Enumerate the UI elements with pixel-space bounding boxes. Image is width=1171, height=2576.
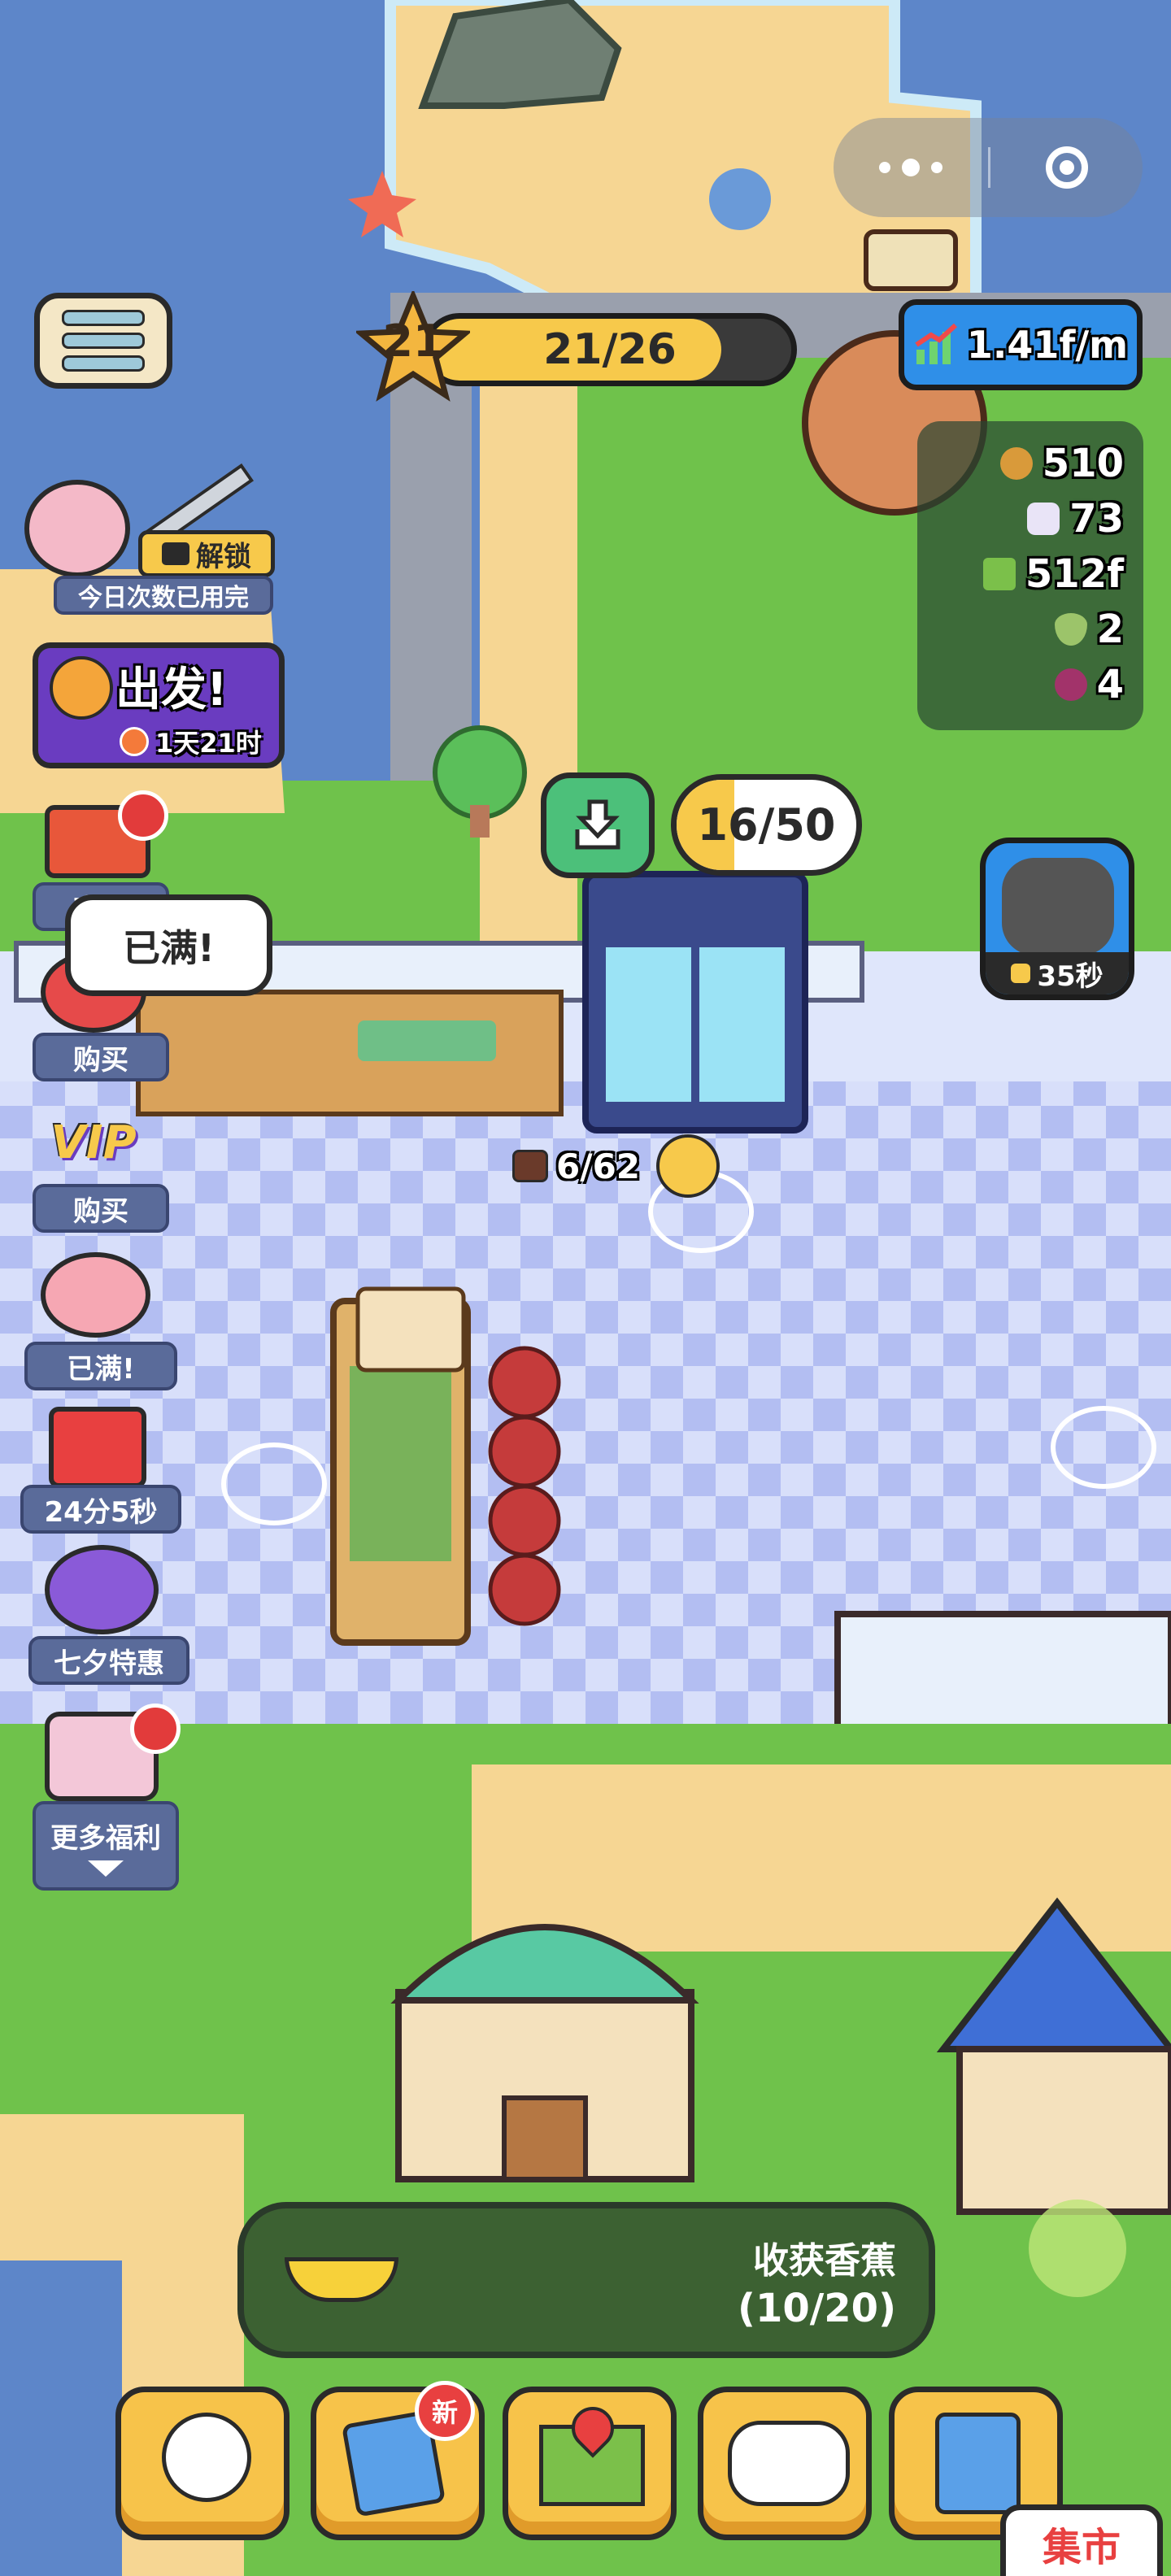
gem-icon [1027, 503, 1060, 535]
unlock-button[interactable]: 解锁 [138, 530, 275, 577]
collect-button[interactable] [541, 772, 655, 878]
helper-timer-bar: 35秒 [986, 952, 1129, 994]
chart-up-icon [915, 323, 957, 364]
depart-label: 出发! [115, 664, 228, 716]
quest-title: 收获香蕉 [753, 2240, 896, 2282]
qixi-label[interactable]: 七夕特惠 [28, 1636, 189, 1685]
storage-capacity[interactable]: 16/50 [671, 774, 862, 876]
shop-notification-dot [118, 790, 168, 841]
piggy-full-label[interactable]: 已满! [24, 1342, 177, 1390]
bag-icon [512, 1150, 548, 1182]
qixi-bird-icon[interactable] [45, 1545, 159, 1634]
resources-panel: 510 73 512f 2 4 [917, 421, 1143, 730]
map-button[interactable] [503, 2387, 677, 2540]
resource-gem: 73 [937, 491, 1124, 546]
sleepy-face-icon [656, 1134, 720, 1198]
piggy-bank-icon[interactable] [41, 1252, 150, 1338]
coin-shield-icon [1011, 964, 1031, 983]
new-badge: 新 [415, 2381, 475, 2441]
depart-timer: 1天21时 [120, 723, 262, 760]
clock-icon [120, 727, 149, 756]
quest-bar[interactable]: 收获香蕉 (10/20) [237, 2202, 935, 2358]
video-icon [162, 542, 189, 565]
character-icon [162, 2413, 251, 2502]
helper-portrait[interactable]: 35秒 [980, 838, 1134, 1000]
expedition-event[interactable]: 出发! 1天21时 [33, 642, 285, 768]
more-benefits-label: 更多福利 [50, 1821, 161, 1855]
buy-label-2[interactable]: 购买 [33, 1184, 169, 1233]
speech-bubble: 已满! [65, 894, 272, 996]
buy-label-1[interactable]: 购买 [33, 1033, 169, 1081]
team-button[interactable] [698, 2387, 872, 2540]
helper-silhouette-icon [1002, 858, 1114, 955]
quest-progress: (10/20) [738, 2286, 896, 2331]
team-icon [728, 2421, 850, 2506]
upgrade-arrow-icon[interactable] [1029, 2200, 1126, 2297]
clipboard-check-icon [935, 2413, 1021, 2514]
unlock-offer[interactable]: 解锁 今日次数已用完 [24, 463, 283, 618]
seed-icon [1054, 613, 1087, 646]
menu-button[interactable] [34, 293, 172, 389]
download-tray-icon [575, 799, 620, 850]
vip-text: VIP [50, 1116, 137, 1169]
level-number: 21 [382, 315, 444, 367]
banana-icon [285, 2257, 398, 2302]
character-button[interactable] [115, 2387, 289, 2540]
berry-icon [1054, 668, 1087, 701]
chevron-down-icon [88, 1860, 124, 1877]
income-rate-text: 1.41f/m [966, 323, 1129, 367]
customer-count-text: 6/62 [556, 1146, 641, 1186]
drill-icon [50, 656, 113, 720]
pilot-avatar-icon [24, 480, 130, 577]
level-progress-text: 21/26 [543, 325, 677, 374]
income-rate-badge[interactable]: 1.41f/m [899, 299, 1143, 390]
more-benefits-panel[interactable]: 更多福利 [33, 1801, 179, 1891]
cash-icon [982, 558, 1016, 590]
resource-cookie: 510 [937, 436, 1124, 491]
resource-berry: 4 [937, 657, 1124, 712]
close-mini-program-icon[interactable] [990, 118, 1143, 217]
speech-bubble-text: 已满! [123, 925, 215, 970]
hamburger-icon [62, 310, 145, 326]
market-sign: 集市 [1000, 2504, 1163, 2576]
resource-seed: 2 [937, 602, 1124, 657]
level-progress-bar[interactable]: 21/26 [423, 313, 797, 386]
gift-timer[interactable]: 24分5秒 [20, 1485, 181, 1534]
level-star-badge: 21 [353, 288, 473, 405]
daily-limit-text: 今日次数已用完 [54, 576, 273, 615]
cookie-icon [999, 447, 1033, 480]
resource-cash: 512f [937, 546, 1124, 602]
vip-badge[interactable]: VIP [37, 1106, 150, 1179]
mini-program-capsule [834, 118, 1143, 217]
customer-counter: 6/62 [512, 1134, 720, 1198]
more-benefits-notification-dot [130, 1704, 181, 1754]
gift-box-icon[interactable] [49, 1407, 146, 1488]
storage-text: 16/50 [697, 799, 836, 851]
more-options-icon[interactable] [834, 118, 988, 217]
